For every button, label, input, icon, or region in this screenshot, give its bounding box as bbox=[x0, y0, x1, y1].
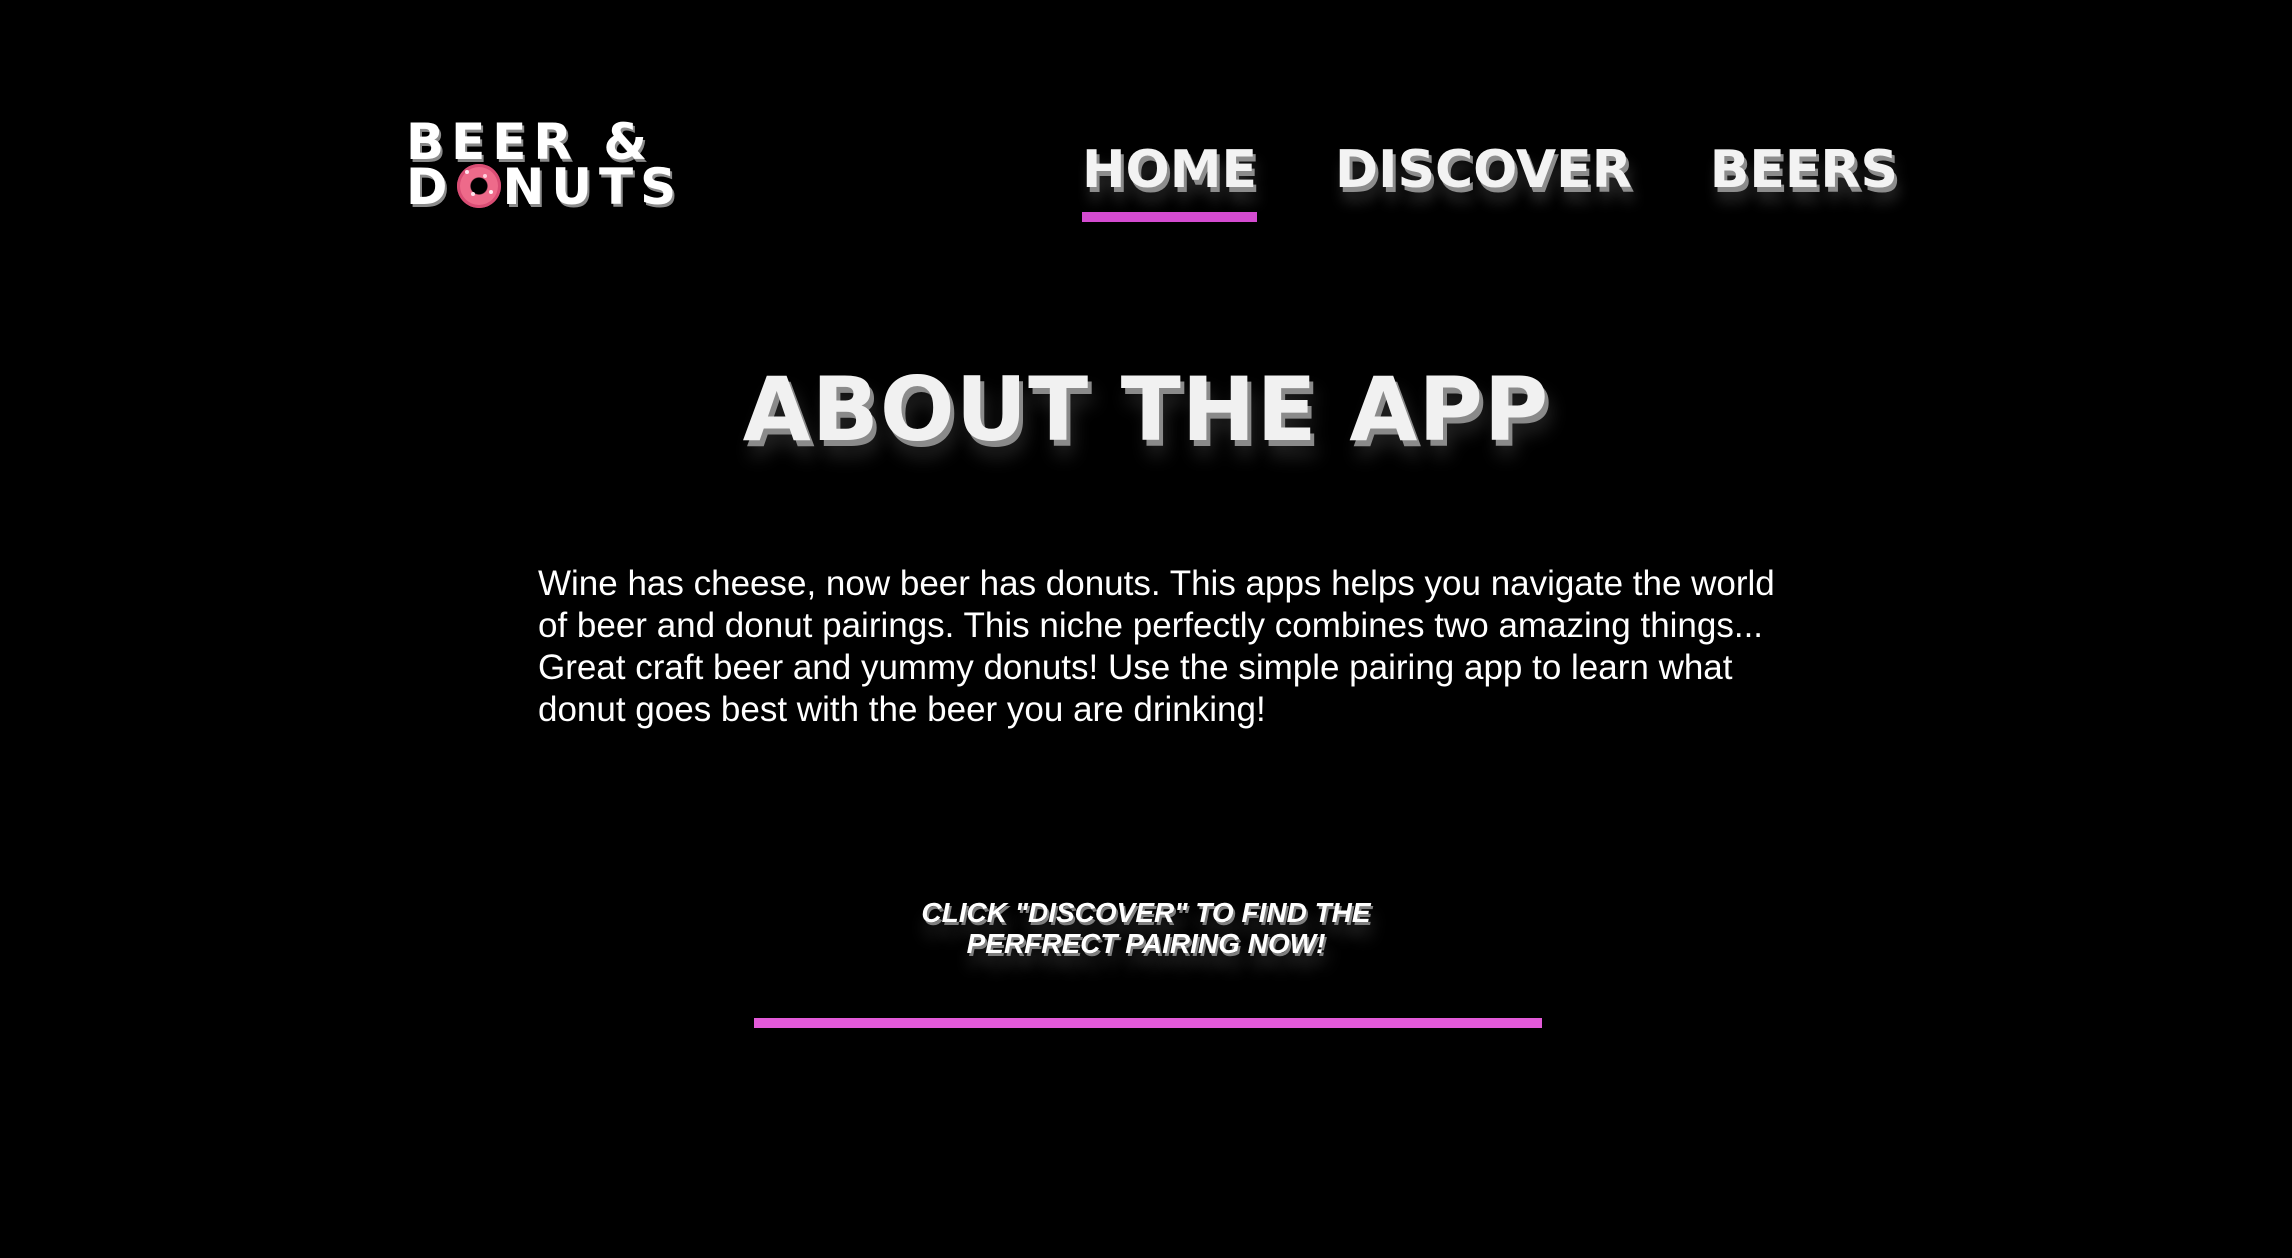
logo-letters-nuts: NUTS bbox=[502, 158, 684, 216]
brand-logo[interactable]: BEER & D NUTS bbox=[406, 117, 676, 220]
logo-letter-d: D bbox=[406, 158, 455, 216]
about-description: Wine has cheese, now beer has donuts. Th… bbox=[538, 564, 1775, 729]
site-header: BEER & D NUTS HOME DISCOVER BEERS bbox=[0, 0, 2292, 250]
main-nav: HOME DISCOVER BEERS bbox=[1082, 140, 1898, 222]
cta-line-2: PERFRECT PAIRING NOW! bbox=[966, 928, 1326, 959]
page-title: ABOUT THE APP bbox=[742, 358, 1550, 461]
nav-item-beers[interactable]: BEERS bbox=[1710, 140, 1898, 220]
nav-item-discover[interactable]: DISCOVER bbox=[1335, 140, 1632, 220]
logo-line-2: D NUTS bbox=[406, 162, 676, 212]
donut-icon bbox=[456, 164, 501, 208]
accent-divider bbox=[754, 1018, 1542, 1028]
cta-line-1: CLICK "DISCOVER" TO FIND THE bbox=[921, 897, 1371, 928]
nav-item-home[interactable]: HOME bbox=[1082, 140, 1257, 222]
discover-cta: CLICK "DISCOVER" TO FIND THE PERFRECT PA… bbox=[846, 897, 1446, 959]
